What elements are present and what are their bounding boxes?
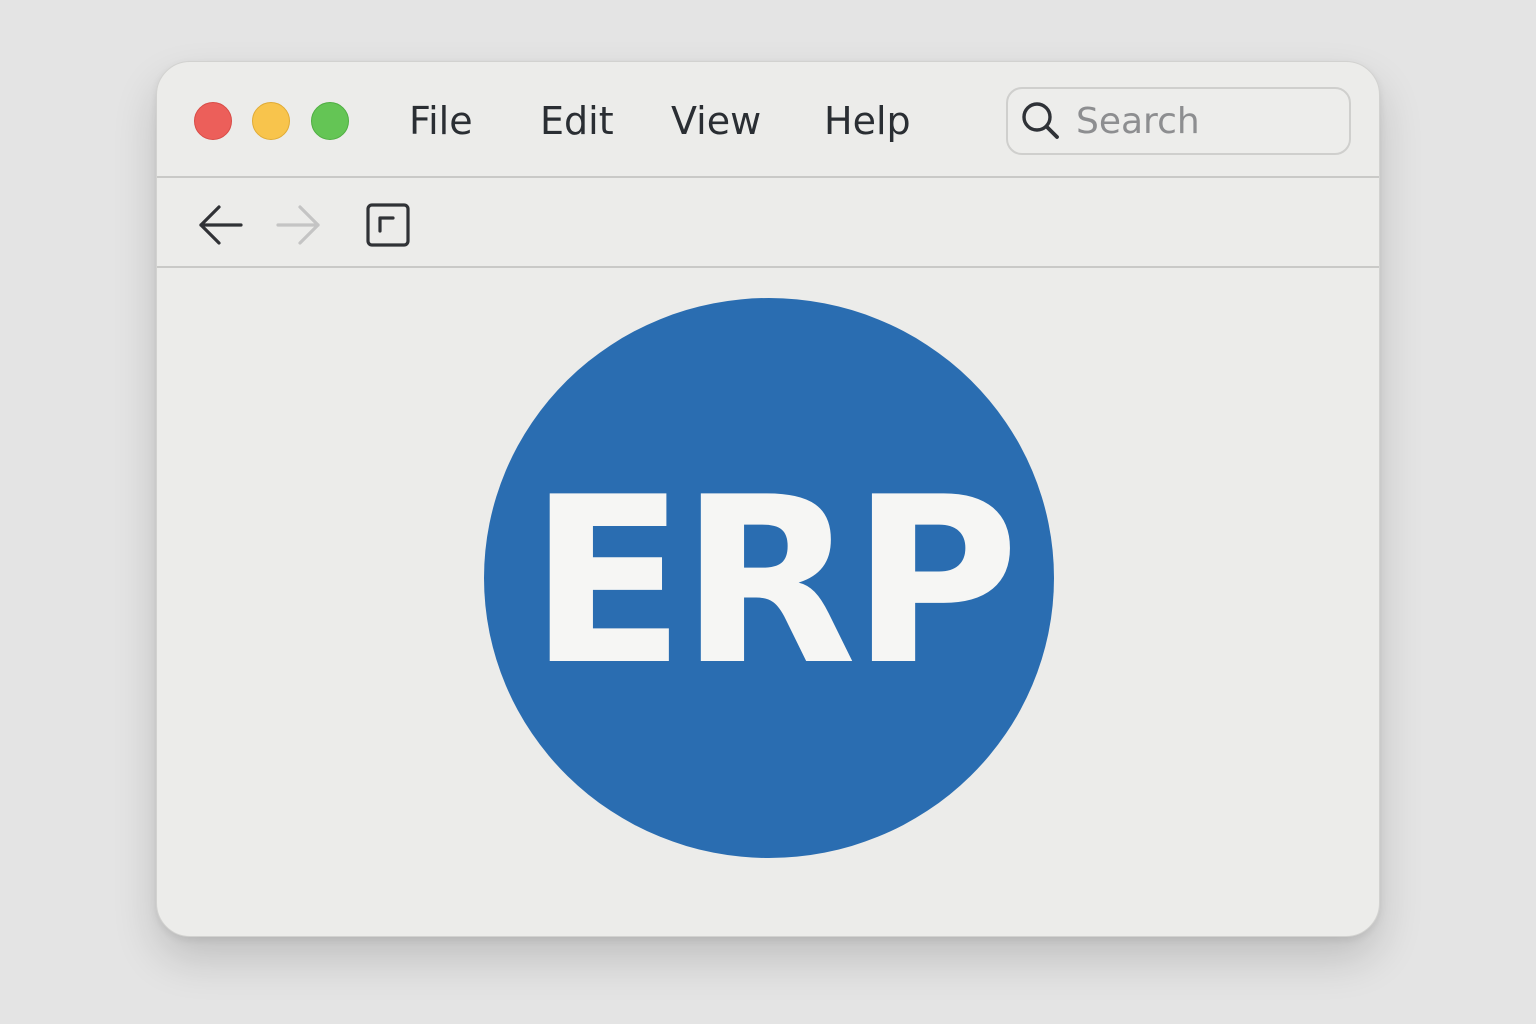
toolbar: [157, 178, 1379, 268]
search-input[interactable]: [1076, 97, 1336, 145]
search-icon: [1022, 102, 1059, 139]
menu-edit[interactable]: Edit: [540, 98, 614, 144]
title-bar: File Edit View Help: [157, 62, 1379, 178]
square-icon[interactable]: [363, 200, 413, 250]
app-window: File Edit View Help ERP: [156, 61, 1380, 937]
menu-help[interactable]: Help: [824, 98, 911, 144]
content-area: ERP: [157, 268, 1379, 936]
erp-logo: ERP: [484, 298, 1054, 858]
arrow-left-icon[interactable]: [195, 200, 245, 250]
zoom-button[interactable]: [311, 102, 349, 140]
arrow-right-icon[interactable]: [274, 200, 324, 250]
menu-file[interactable]: File: [409, 98, 473, 144]
menu-view[interactable]: View: [671, 98, 761, 144]
close-button[interactable]: [194, 102, 232, 140]
search-box[interactable]: [1006, 87, 1351, 155]
logo-text: ERP: [528, 449, 1020, 716]
minimize-button[interactable]: [252, 102, 290, 140]
